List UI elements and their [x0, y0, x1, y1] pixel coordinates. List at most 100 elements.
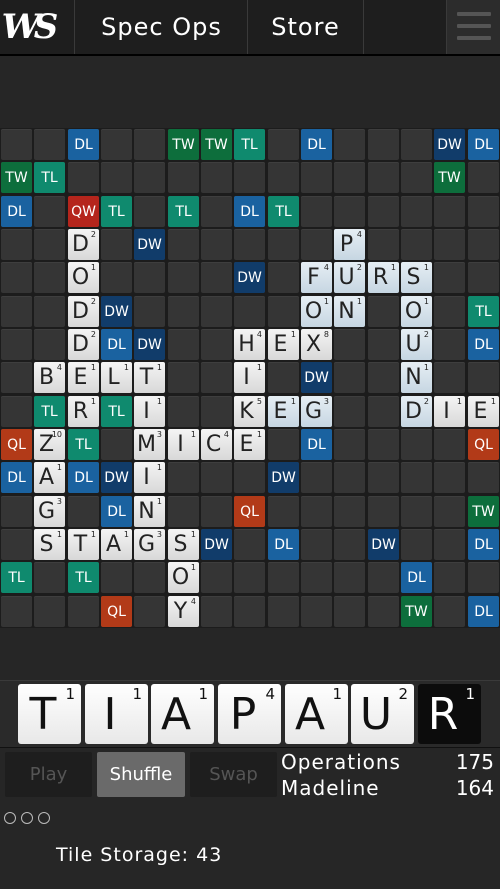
rack-tile[interactable]: P4 — [218, 684, 281, 744]
board-cell[interactable] — [401, 229, 432, 260]
board-cell[interactable] — [434, 462, 465, 493]
board-cell[interactable] — [201, 262, 232, 293]
bonus-square-dl[interactable]: DL — [301, 129, 332, 160]
board-cell[interactable] — [301, 596, 332, 627]
bonus-square-tl[interactable]: TL — [68, 562, 99, 593]
board-cell[interactable] — [168, 262, 199, 293]
board-cell[interactable] — [168, 396, 199, 427]
board-cell[interactable] — [234, 162, 265, 193]
board-cell[interactable] — [468, 562, 499, 593]
bonus-square-qw[interactable]: QW — [68, 196, 99, 227]
board-cell[interactable] — [301, 196, 332, 227]
board-cell[interactable] — [1, 296, 32, 327]
board-cell[interactable] — [168, 462, 199, 493]
bonus-square-dl[interactable]: DL — [68, 129, 99, 160]
bonus-square-tw[interactable]: TW — [401, 596, 432, 627]
board-cell[interactable] — [434, 429, 465, 460]
board-cell[interactable] — [268, 229, 299, 260]
board-cell[interactable] — [134, 596, 165, 627]
bonus-square-ql[interactable]: QL — [101, 596, 132, 627]
board-cell[interactable] — [201, 462, 232, 493]
board-cell[interactable] — [201, 562, 232, 593]
board-cell[interactable] — [334, 329, 365, 360]
board-cell[interactable] — [134, 129, 165, 160]
board-cell[interactable] — [201, 596, 232, 627]
board-cell[interactable] — [1, 396, 32, 427]
board-cell[interactable] — [334, 496, 365, 527]
board-cell[interactable] — [168, 496, 199, 527]
board-cell[interactable] — [101, 129, 132, 160]
play-button[interactable]: Play — [5, 752, 92, 797]
board-cell[interactable] — [334, 162, 365, 193]
board-cell[interactable] — [268, 596, 299, 627]
board-cell[interactable] — [34, 329, 65, 360]
board-cell[interactable] — [201, 396, 232, 427]
board-cell[interactable] — [168, 362, 199, 393]
rack-tile[interactable]: A1 — [285, 684, 348, 744]
store-button[interactable]: Store — [247, 0, 364, 54]
bonus-square-dl[interactable]: DL — [468, 529, 499, 560]
rack-tile[interactable]: A1 — [151, 684, 214, 744]
board-cell[interactable] — [234, 296, 265, 327]
board-cell[interactable] — [34, 262, 65, 293]
board-cell[interactable] — [468, 362, 499, 393]
board-cell[interactable] — [334, 396, 365, 427]
board-cell[interactable] — [134, 196, 165, 227]
bonus-square-dw[interactable]: DW — [101, 462, 132, 493]
board-cell[interactable] — [368, 496, 399, 527]
bonus-square-dl[interactable]: DL — [68, 462, 99, 493]
board-cell[interactable] — [134, 562, 165, 593]
bonus-square-dw[interactable]: DW — [268, 462, 299, 493]
board-cell[interactable] — [34, 562, 65, 593]
board-cell[interactable] — [1, 329, 32, 360]
bonus-square-tl[interactable]: TL — [68, 429, 99, 460]
board-cell[interactable] — [268, 362, 299, 393]
board-cell[interactable] — [468, 162, 499, 193]
board-cell[interactable] — [368, 596, 399, 627]
board-cell[interactable] — [301, 462, 332, 493]
bonus-square-dw[interactable]: DW — [234, 262, 265, 293]
board-cell[interactable] — [234, 596, 265, 627]
board-cell[interactable] — [334, 362, 365, 393]
board-cell[interactable] — [434, 596, 465, 627]
bonus-square-ql[interactable]: QL — [234, 496, 265, 527]
board-cell[interactable] — [68, 596, 99, 627]
board-cell[interactable] — [1, 529, 32, 560]
board-cell[interactable] — [401, 162, 432, 193]
board-cell[interactable] — [1, 229, 32, 260]
board-cell[interactable] — [268, 129, 299, 160]
board-cell[interactable] — [434, 229, 465, 260]
board-cell[interactable] — [334, 529, 365, 560]
board-cell[interactable] — [34, 229, 65, 260]
board-cell[interactable] — [301, 562, 332, 593]
bonus-square-dl[interactable]: DL — [101, 496, 132, 527]
board-cell[interactable] — [334, 429, 365, 460]
bonus-square-tl[interactable]: TL — [268, 196, 299, 227]
board-cell[interactable] — [101, 429, 132, 460]
board-cell[interactable] — [268, 296, 299, 327]
board-cell[interactable] — [468, 196, 499, 227]
bonus-square-dl[interactable]: DL — [468, 329, 499, 360]
board-cell[interactable] — [134, 262, 165, 293]
board-cell[interactable] — [434, 529, 465, 560]
board-cell[interactable] — [468, 462, 499, 493]
board-cell[interactable] — [101, 229, 132, 260]
bonus-square-tl[interactable]: TL — [34, 396, 65, 427]
board-cell[interactable] — [401, 129, 432, 160]
bonus-square-dl[interactable]: DL — [1, 462, 32, 493]
board-cell[interactable] — [268, 262, 299, 293]
board-cell[interactable] — [34, 296, 65, 327]
board-cell[interactable] — [368, 462, 399, 493]
board-cell[interactable] — [368, 296, 399, 327]
shuffle-button[interactable]: Shuffle — [97, 752, 185, 797]
board-cell[interactable] — [434, 329, 465, 360]
board-cell[interactable] — [368, 396, 399, 427]
board-cell[interactable] — [468, 229, 499, 260]
board-cell[interactable] — [368, 562, 399, 593]
board-cell[interactable] — [234, 562, 265, 593]
bonus-square-tw[interactable]: TW — [201, 129, 232, 160]
board-cell[interactable] — [201, 496, 232, 527]
bonus-square-tl[interactable]: TL — [468, 296, 499, 327]
board-cell[interactable] — [68, 162, 99, 193]
board-cell[interactable] — [368, 329, 399, 360]
